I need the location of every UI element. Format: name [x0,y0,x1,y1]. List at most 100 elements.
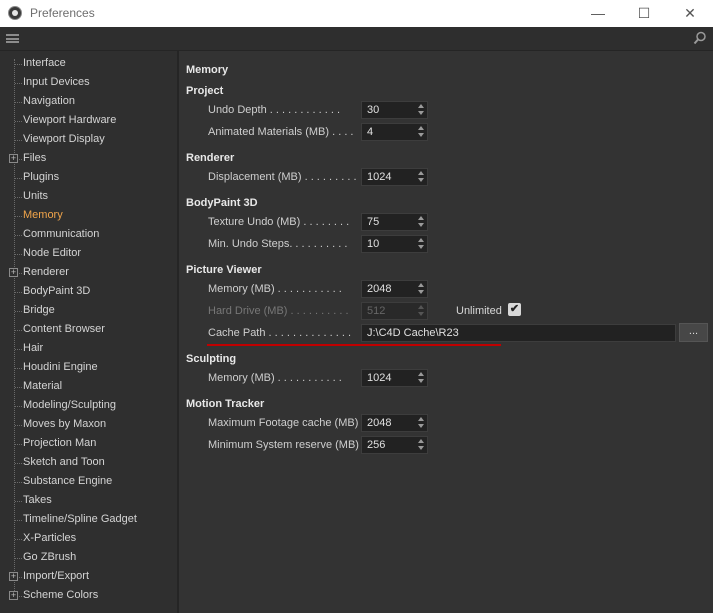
tree-branch-line [15,444,22,445]
checkmark-icon: ✔ [509,303,520,315]
cache-path-input[interactable]: J:\C4D Cache\R23 [361,324,676,342]
undo-depth-field[interactable]: 30 [361,101,428,119]
spinner-icon[interactable] [418,238,425,250]
tree-branch-line [15,330,22,331]
sidebar-item-projection-man[interactable]: Projection Man [23,434,96,453]
spinner-icon[interactable] [418,104,425,116]
texture-undo-field[interactable]: 75 [361,213,428,231]
sidebar-item-houdini-engine[interactable]: Houdini Engine [23,358,98,377]
sidebar-item-input-devices[interactable]: Input Devices [23,73,90,92]
sidebar-item-node-editor[interactable]: Node Editor [23,244,81,263]
min-undo-steps-label: Min. Undo Steps. . . . . . . . . . [208,238,348,250]
toolbar [0,27,713,51]
min-undo-steps-field[interactable]: 10 [361,235,428,253]
maximize-button[interactable]: ☐ [621,0,667,27]
sidebar-item-moves-by-maxon[interactable]: Moves by Maxon [23,415,106,434]
min-system-reserve-value: 256 [367,439,386,451]
sidebar-item-renderer[interactable]: Renderer [23,263,69,282]
sidebar-item-scheme-colors[interactable]: Scheme Colors [23,586,98,605]
preferences-tree: Interface Input Devices Navigation Viewport… [0,51,179,613]
animated-materials-field[interactable]: 4 [361,123,428,141]
sidebar-item-timeline-spline-gadget[interactable]: Timeline/Spline Gadget [23,510,137,529]
max-footage-cache-value: 2048 [367,417,392,429]
min-system-reserve-field[interactable]: 256 [361,436,428,454]
tree-branch-line [15,102,22,103]
pv-memory-value: 2048 [367,283,392,295]
unlimited-checkbox[interactable]: ✔ [508,303,521,316]
sidebar-item-bodypaint-3d[interactable]: BodyPaint 3D [23,282,90,301]
texture-undo-label: Texture Undo (MB) . . . . . . . . [208,216,350,228]
min-undo-steps-value: 10 [367,238,380,250]
tree-branch-line [15,558,22,559]
tree-branch-line [15,83,22,84]
sidebar-item-hair[interactable]: Hair [23,339,43,358]
sidebar-item-memory[interactable]: Memory [23,206,63,225]
sidebar-item-content-browser[interactable]: Content Browser [23,320,105,339]
undo-depth-value: 30 [367,104,380,116]
tree-branch-line [15,64,22,65]
cache-path-label: Cache Path . . . . . . . . . . . . . . [208,327,352,339]
sidebar-item-substance-engine[interactable]: Substance Engine [23,472,112,491]
cinema4d-logo-icon [8,6,22,20]
section-motion-tracker: Motion Tracker [186,398,265,410]
sidebar-item-units[interactable]: Units [23,187,48,206]
sidebar-item-sketch-and-toon[interactable]: Sketch and Toon [23,453,105,472]
tree-branch-line [15,292,22,293]
spinner-icon[interactable] [418,283,425,295]
displacement-field[interactable]: 1024 [361,168,428,186]
tree-branch-line [15,254,22,255]
tree-branch-line [15,520,22,521]
tree-branch-line [15,425,22,426]
sidebar-item-plugins[interactable]: Plugins [23,168,59,187]
displacement-value: 1024 [367,171,392,183]
hamburger-menu-icon[interactable] [6,34,19,43]
spinner-icon[interactable] [418,126,425,138]
spinner-icon[interactable] [418,439,425,451]
sidebar-item-navigation[interactable]: Navigation [23,92,75,111]
hard-drive-label: Hard Drive (MB) . . . . . . . . . . [208,305,349,317]
expand-plus-icon[interactable]: + [9,591,18,600]
tree-branch-line [15,121,22,122]
spinner-icon [418,305,425,317]
section-bodypaint: BodyPaint 3D [186,197,258,209]
sidebar-item-import-export[interactable]: Import/Export [23,567,89,586]
sidebar-item-viewport-display[interactable]: Viewport Display [23,130,105,149]
tree-branch-line [15,216,22,217]
spinner-icon[interactable] [418,171,425,183]
sidebar-item-takes[interactable]: Takes [23,491,52,510]
expand-plus-icon[interactable]: + [9,572,18,581]
sculpting-memory-field[interactable]: 1024 [361,369,428,387]
sidebar-item-modeling-sculpting[interactable]: Modeling/Sculpting [23,396,116,415]
sidebar-item-x-particles[interactable]: X-Particles [23,529,76,548]
pv-memory-field[interactable]: 2048 [361,280,428,298]
expand-plus-icon[interactable]: + [9,154,18,163]
max-footage-cache-label: Maximum Footage cache (MB) [208,417,359,429]
sculpting-memory-label: Memory (MB) . . . . . . . . . . . [208,372,342,384]
browse-button[interactable]: ... [679,323,708,342]
sidebar-item-viewport-hardware[interactable]: Viewport Hardware [23,111,116,130]
sidebar-item-material[interactable]: Material [23,377,62,396]
section-project: Project [186,85,224,97]
section-picture-viewer: Picture Viewer [186,264,262,276]
sidebar-item-files[interactable]: Files [23,149,46,168]
undo-depth-label: Undo Depth . . . . . . . . . . . . [208,104,341,116]
tree-branch-line [15,368,22,369]
sidebar-item-interface[interactable]: Interface [23,54,66,73]
max-footage-cache-field[interactable]: 2048 [361,414,428,432]
hard-drive-field: 512 [361,302,428,320]
tree-branch-line [15,235,22,236]
expand-plus-icon[interactable]: + [9,268,18,277]
window-title: Preferences [30,6,95,20]
close-button[interactable]: ✕ [667,0,713,27]
minimize-button[interactable]: — [575,0,621,27]
sidebar-item-bridge[interactable]: Bridge [23,301,55,320]
search-icon[interactable] [693,31,707,45]
animated-materials-value: 4 [367,126,374,138]
spinner-icon[interactable] [418,372,425,384]
sidebar-item-communication[interactable]: Communication [23,225,99,244]
sidebar-item-go-zbrush[interactable]: Go ZBrush [23,548,76,567]
spinner-icon[interactable] [418,216,425,228]
tree-branch-line [15,463,22,464]
unlimited-label: Unlimited [456,305,502,317]
spinner-icon[interactable] [418,417,425,429]
